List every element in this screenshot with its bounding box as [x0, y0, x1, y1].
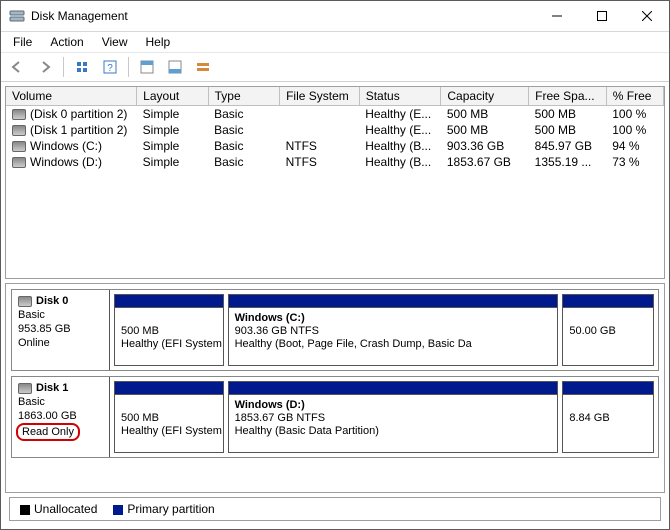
col-volume[interactable]: Volume: [6, 87, 137, 106]
table-row[interactable]: Windows (D:)SimpleBasicNTFSHealthy (B...…: [6, 154, 664, 170]
table-row[interactable]: (Disk 0 partition 2)SimpleBasicHealthy (…: [6, 106, 664, 123]
volume-icon: [12, 125, 26, 136]
window-title: Disk Management: [31, 9, 534, 23]
help-button[interactable]: ?: [98, 55, 122, 79]
disk-info[interactable]: Disk 1Basic1863.00 GBRead Only: [12, 377, 110, 457]
partition[interactable]: Windows (D:)1853.67 GB NTFSHealthy (Basi…: [228, 381, 559, 453]
grid-icon: [75, 60, 89, 74]
menu-view[interactable]: View: [94, 32, 136, 52]
col-status[interactable]: Status: [359, 87, 441, 106]
table-row[interactable]: Windows (C:)SimpleBasicNTFSHealthy (B...…: [6, 138, 664, 154]
col-filesystem[interactable]: File System: [280, 87, 360, 106]
disk-icon: [18, 383, 32, 394]
col-freespace[interactable]: Free Spa...: [529, 87, 607, 106]
volume-list-pane: Volume Layout Type File System Status Ca…: [5, 86, 665, 279]
table-row[interactable]: (Disk 1 partition 2)SimpleBasicHealthy (…: [6, 122, 664, 138]
volume-icon: [12, 141, 26, 152]
swatch-primary: [113, 505, 123, 515]
close-button[interactable]: [624, 1, 669, 31]
swatch-unallocated: [20, 505, 30, 515]
app-icon: [9, 8, 25, 24]
view2-button[interactable]: [163, 55, 187, 79]
col-type[interactable]: Type: [208, 87, 279, 106]
layout-top-icon: [140, 60, 154, 74]
col-capacity[interactable]: Capacity: [441, 87, 529, 106]
arrow-right-icon: [38, 60, 52, 74]
back-button[interactable]: [5, 55, 29, 79]
partition[interactable]: 50.00 GB: [562, 294, 654, 366]
legend-unallocated: Unallocated: [34, 502, 97, 516]
menu-file[interactable]: File: [5, 32, 40, 52]
col-pctfree[interactable]: % Free: [606, 87, 663, 106]
volume-icon: [12, 157, 26, 168]
menu-help[interactable]: Help: [138, 32, 179, 52]
maximize-button[interactable]: [579, 1, 624, 31]
settings-icon: [196, 60, 210, 74]
layout-bottom-icon: [168, 60, 182, 74]
disk-graphic-pane: Disk 0Basic953.85 GBOnline500 MBHealthy …: [5, 283, 665, 493]
disk-icon: [18, 296, 32, 307]
legend: Unallocated Primary partition: [9, 497, 661, 521]
col-layout[interactable]: Layout: [137, 87, 208, 106]
partition[interactable]: 8.84 GB: [562, 381, 654, 453]
settings-button[interactable]: [191, 55, 215, 79]
arrow-left-icon: [10, 60, 24, 74]
legend-primary: Primary partition: [127, 502, 214, 516]
minimize-button[interactable]: [534, 1, 579, 31]
volume-icon: [12, 109, 26, 120]
partition[interactable]: Windows (C:)903.36 GB NTFSHealthy (Boot,…: [228, 294, 559, 366]
refresh-button[interactable]: [70, 55, 94, 79]
help-icon: ?: [103, 60, 117, 74]
menu-action[interactable]: Action: [42, 32, 91, 52]
forward-button[interactable]: [33, 55, 57, 79]
disk-info[interactable]: Disk 0Basic953.85 GBOnline: [12, 290, 110, 370]
partition[interactable]: 500 MBHealthy (EFI System P: [114, 381, 224, 453]
partition[interactable]: 500 MBHealthy (EFI System: [114, 294, 224, 366]
view1-button[interactable]: [135, 55, 159, 79]
readonly-badge: Read Only: [16, 423, 80, 441]
svg-text:?: ?: [107, 63, 113, 74]
